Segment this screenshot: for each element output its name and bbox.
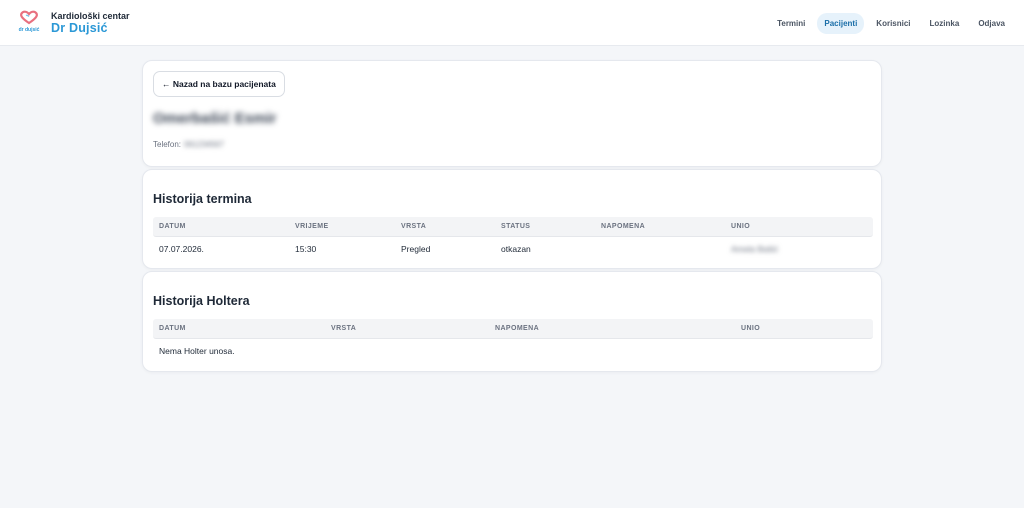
- column-header-vrijeme: VRIJEME: [295, 223, 329, 230]
- nav-korisnici[interactable]: Korisnici: [869, 13, 917, 34]
- empty-state-message: Nema Holter unosa.: [159, 346, 235, 356]
- holter-history-card: Historija Holtera DATUM VRSTA NAPOMENA U…: [142, 271, 882, 372]
- nav-lozinka[interactable]: Lozinka: [923, 13, 967, 34]
- heart-logo-icon[interactable]: dr dujsić: [18, 9, 40, 35]
- appointment-table: DATUM VRIJEME VRSTA STATUS NAPOMENA UNIO…: [153, 217, 873, 259]
- empty-state-row: Nema Holter unosa.: [153, 339, 873, 361]
- back-button-label: ← Nazad na bazu pacijenata: [162, 79, 276, 89]
- table-header: DATUM VRIJEME VRSTA STATUS NAPOMENA UNIO: [153, 217, 873, 237]
- patient-name: Omerbašić Esmir: [153, 110, 277, 127]
- table-row[interactable]: 07.07.2026. 15:30 Pregled otkazan Amela …: [153, 237, 873, 259]
- cell-vrijeme: 15:30: [295, 244, 317, 254]
- logo-text: dr dujsić: [19, 27, 40, 33]
- appointment-history-card: Historija termina DATUM VRIJEME VRSTA ST…: [142, 169, 882, 269]
- appointment-history-title: Historija termina: [153, 192, 252, 206]
- phone-label: Telefon:: [153, 140, 182, 149]
- column-header-unio: UNIO: [741, 325, 761, 332]
- brand-title[interactable]: Dr Dujsić: [51, 21, 108, 35]
- nav-pacijenti[interactable]: Pacijenti: [817, 13, 865, 34]
- nav-odjava[interactable]: Odjava: [971, 13, 1012, 34]
- table-header: DATUM VRSTA NAPOMENA UNIO: [153, 319, 873, 339]
- column-header-vrsta: VRSTA: [401, 223, 427, 230]
- top-navbar: dr dujsić Kardiološki centar Dr Dujsić T…: [0, 0, 1024, 46]
- cell-unio: Amela Bašić: [731, 244, 779, 254]
- brand-subtitle: Kardiološki centar: [51, 11, 130, 21]
- main-nav: Termini Pacijenti Korisnici Lozinka Odja…: [765, 13, 1012, 34]
- column-header-status: STATUS: [501, 223, 531, 230]
- cell-datum: 07.07.2026.: [159, 244, 204, 254]
- cell-status: otkazan: [501, 244, 531, 254]
- column-header-vrsta: VRSTA: [331, 325, 357, 332]
- column-header-napomena: NAPOMENA: [495, 325, 540, 332]
- holter-history-title: Historija Holtera: [153, 294, 250, 308]
- patient-card: ← Nazad na bazu pacijenata Omerbašić Esm…: [142, 60, 882, 167]
- back-to-patients-button[interactable]: ← Nazad na bazu pacijenata: [153, 71, 285, 97]
- phone-value: 061234567: [184, 140, 225, 149]
- column-header-unio: UNIO: [731, 223, 751, 230]
- phone-row: Telefon: 061234567: [153, 140, 224, 149]
- holter-table: DATUM VRSTA NAPOMENA UNIO Nema Holter un…: [153, 319, 873, 361]
- column-header-datum: DATUM: [159, 325, 186, 332]
- column-header-napomena: NAPOMENA: [601, 223, 646, 230]
- cell-vrsta: Pregled: [401, 244, 431, 254]
- nav-termini[interactable]: Termini: [770, 13, 812, 34]
- column-header-datum: DATUM: [159, 223, 186, 230]
